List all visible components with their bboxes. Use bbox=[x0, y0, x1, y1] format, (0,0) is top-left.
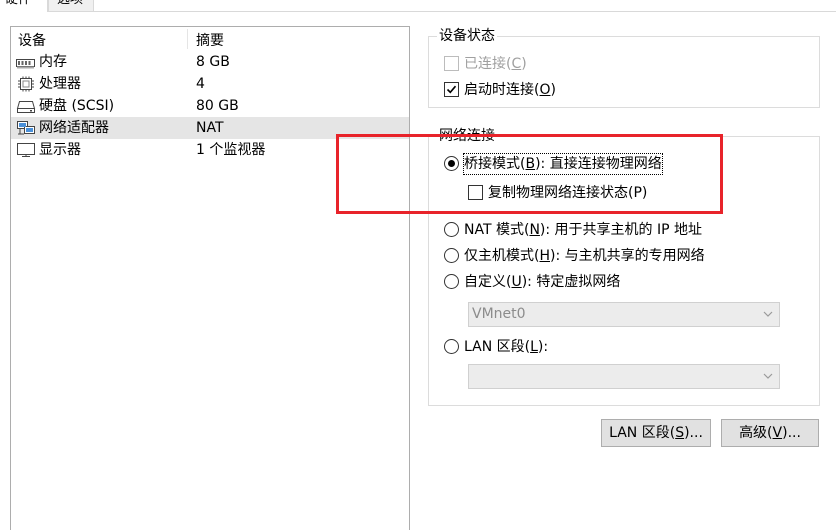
chevron-down-icon bbox=[763, 311, 773, 317]
device-status-group: 设备状态 已连接(C) 启动时连接(O) bbox=[428, 26, 820, 108]
device-summary: 4 bbox=[196, 76, 205, 92]
network-adapter-icon bbox=[16, 121, 36, 135]
annotation-highlight-box bbox=[336, 134, 723, 214]
custom-network-select[interactable]: VMnet0 bbox=[468, 302, 780, 327]
column-divider[interactable] bbox=[187, 29, 188, 49]
lan-segment-select[interactable] bbox=[468, 364, 780, 389]
device-row-processor[interactable]: 处理器 4 bbox=[11, 73, 409, 95]
custom-network-value: VMnet0 bbox=[472, 306, 526, 322]
lan-segments-button[interactable]: LAN 区段(S)... bbox=[601, 419, 711, 447]
radio-circle bbox=[444, 274, 459, 289]
device-status-title: 设备状态 bbox=[437, 26, 497, 46]
device-name: 硬盘 (SCSI) bbox=[39, 98, 115, 114]
device-summary: 1 个监视器 bbox=[196, 142, 266, 158]
device-name: 内存 bbox=[39, 54, 67, 70]
device-name: 显示器 bbox=[39, 142, 81, 158]
radio-circle bbox=[444, 222, 459, 237]
advanced-button[interactable]: 高级(V)... bbox=[721, 419, 819, 447]
column-header-device[interactable]: 设备 bbox=[18, 30, 46, 50]
device-summary: NAT bbox=[196, 120, 224, 136]
chevron-down-icon bbox=[763, 373, 773, 379]
radio-circle bbox=[444, 248, 459, 263]
hard-disk-icon bbox=[16, 99, 36, 113]
device-summary: 8 GB bbox=[196, 54, 230, 70]
device-name: 网络适配器 bbox=[39, 120, 109, 136]
column-header-summary[interactable]: 摘要 bbox=[196, 30, 224, 50]
tab-strip: 硬件 选项 bbox=[0, 0, 836, 12]
checkbox-box bbox=[444, 82, 459, 97]
host-only-label: 仅主机模式(H): 与主机共享的专用网络 bbox=[464, 248, 705, 264]
checkbox-box bbox=[444, 56, 459, 71]
device-row-memory[interactable]: 内存 8 GB bbox=[11, 51, 409, 73]
connected-label: 已连接(C) bbox=[464, 56, 527, 72]
device-list[interactable]: 设备 摘要 内存 8 GB 处理器 4 硬盘 (SCSI) 80 GB 网络适配… bbox=[10, 26, 410, 530]
tab-hardware[interactable]: 硬件 bbox=[0, 0, 48, 12]
device-list-header: 设备 摘要 bbox=[11, 27, 409, 51]
check-icon bbox=[446, 85, 457, 94]
nat-label: NAT 模式(N): 用于共享主机的 IP 地址 bbox=[464, 222, 703, 238]
cpu-icon bbox=[16, 76, 36, 92]
device-summary: 80 GB bbox=[196, 98, 239, 114]
radio-circle bbox=[444, 339, 459, 354]
display-icon bbox=[16, 143, 36, 157]
connect-at-power-on-label: 启动时连接(O) bbox=[464, 82, 556, 98]
tab-options[interactable]: 选项 bbox=[48, 0, 94, 12]
device-row-hard-disk[interactable]: 硬盘 (SCSI) 80 GB bbox=[11, 95, 409, 117]
device-name: 处理器 bbox=[39, 76, 81, 92]
custom-label: 自定义(U): 特定虚拟网络 bbox=[464, 274, 621, 290]
memory-icon bbox=[16, 55, 36, 69]
lan-segment-label: LAN 区段(L): bbox=[464, 339, 549, 355]
